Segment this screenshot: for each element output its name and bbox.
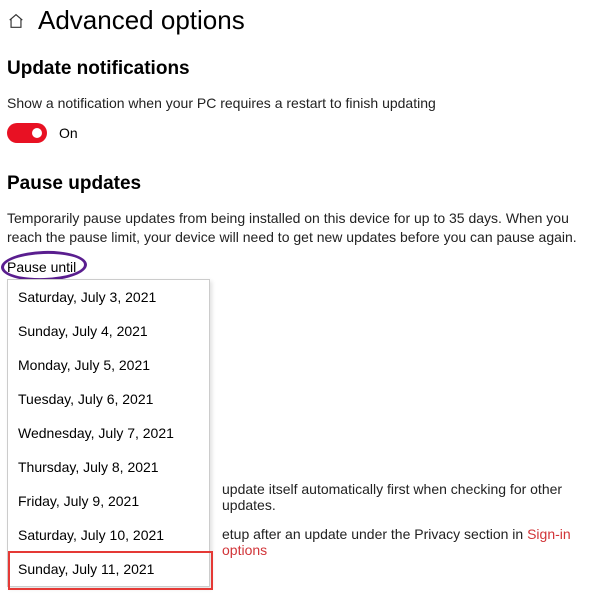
pause-until-label-wrap: Pause until: [7, 259, 76, 275]
pause-option[interactable]: Thursday, July 8, 2021: [8, 450, 209, 484]
pause-option[interactable]: Saturday, July 10, 2021: [8, 518, 209, 552]
pause-option[interactable]: Wednesday, July 7, 2021: [8, 416, 209, 450]
pause-until-dropdown[interactable]: Saturday, July 3, 2021Sunday, July 4, 20…: [7, 279, 210, 587]
notifications-toggle-row: On: [7, 123, 606, 143]
pause-option[interactable]: Sunday, July 4, 2021: [8, 314, 209, 348]
annotation-rectangle: [8, 551, 213, 590]
pause-until-label: Pause until: [7, 259, 76, 275]
toggle-knob: [32, 128, 42, 138]
pause-updates-heading: Pause updates: [7, 173, 606, 195]
home-icon[interactable]: [7, 12, 25, 30]
pause-option[interactable]: Tuesday, July 6, 2021: [8, 382, 209, 416]
notifications-toggle-label: On: [59, 125, 78, 141]
update-notifications-body: Show a notification when your PC require…: [7, 94, 606, 113]
pause-option[interactable]: Sunday, July 11, 2021: [8, 552, 209, 586]
pause-option[interactable]: Saturday, July 3, 2021: [8, 280, 209, 314]
background-text-line-2: etup after an update under the Privacy s…: [222, 526, 613, 558]
update-notifications-heading: Update notifications: [7, 58, 606, 80]
pause-updates-body: Temporarily pause updates from being ins…: [7, 209, 606, 247]
pause-option[interactable]: Monday, July 5, 2021: [8, 348, 209, 382]
pause-option[interactable]: Friday, July 9, 2021: [8, 484, 209, 518]
notifications-toggle[interactable]: [7, 123, 47, 143]
background-text-line-2-pre: etup after an update under the Privacy s…: [222, 526, 527, 542]
header-row: Advanced options: [7, 5, 606, 36]
background-text-line-1: update itself automatically first when c…: [222, 481, 613, 513]
page-title: Advanced options: [38, 5, 245, 36]
